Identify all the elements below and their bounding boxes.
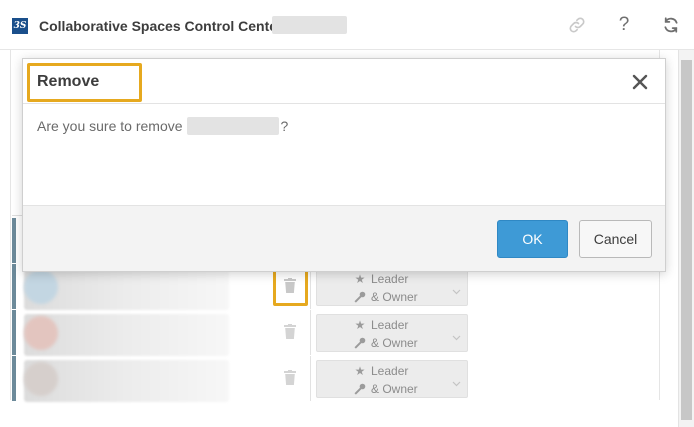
table-row: ★ Leader & Owner <box>12 310 472 356</box>
star-icon: ★ <box>354 272 366 286</box>
key-icon <box>353 383 367 395</box>
refresh-icon[interactable] <box>658 12 684 38</box>
app-title: Collaborative Spaces Control Center - <box>39 18 292 34</box>
remove-member-button[interactable] <box>274 276 306 300</box>
avatar <box>24 362 58 396</box>
dialog-footer: OK Cancel <box>23 205 665 271</box>
chevron-down-icon <box>452 374 461 392</box>
help-icon[interactable]: ? <box>611 12 637 38</box>
row-accent <box>12 310 16 355</box>
role-select[interactable]: ★ Leader & Owner <box>316 268 468 306</box>
trash-icon <box>284 324 296 344</box>
redacted-space-name <box>272 16 347 34</box>
app-logo-icon: 3S <box>12 18 28 34</box>
trash-icon <box>284 370 296 390</box>
role-label: & Owner <box>371 290 418 304</box>
row-accent <box>12 218 16 263</box>
chevron-down-icon <box>452 282 461 300</box>
table-row: ★ Leader & Owner <box>12 356 472 402</box>
dialog-body: Are you sure to remove ? <box>23 105 665 205</box>
role-label: Leader <box>371 364 409 378</box>
role-select[interactable]: ★ Leader & Owner <box>316 314 468 352</box>
role-owner: & Owner <box>353 336 418 350</box>
column-divider <box>310 310 311 355</box>
star-icon: ★ <box>354 364 366 378</box>
role-label: Leader <box>371 318 409 332</box>
dialog-title: Remove <box>37 73 100 90</box>
role-leader: ★ Leader <box>353 272 409 286</box>
app-header: 3S Collaborative Spaces Control Center -… <box>0 0 694 50</box>
dialog-message: Are you sure to remove ? <box>37 117 288 135</box>
remove-dialog: Remove Are you sure to remove ? OK Cance… <box>22 58 666 272</box>
role-leader: ★ Leader <box>353 364 409 378</box>
cancel-button[interactable]: Cancel <box>579 220 652 258</box>
role-label: & Owner <box>371 336 418 350</box>
role-leader: ★ Leader <box>353 318 409 332</box>
remove-member-button[interactable] <box>274 368 306 392</box>
row-accent <box>12 264 16 309</box>
ok-button[interactable]: OK <box>497 220 568 258</box>
message-text: Are you sure to remove <box>37 118 183 134</box>
row-accent <box>12 356 16 401</box>
role-label: Leader <box>371 272 409 286</box>
role-label: & Owner <box>371 382 418 396</box>
chevron-down-icon <box>452 328 461 346</box>
role-owner: & Owner <box>353 382 418 396</box>
help-glyph: ? <box>618 14 630 35</box>
remove-member-button[interactable] <box>274 322 306 346</box>
key-icon <box>353 337 367 349</box>
scrollbar-thumb[interactable] <box>681 60 692 420</box>
dialog-header: Remove <box>23 59 665 104</box>
role-owner: & Owner <box>353 290 418 304</box>
avatar <box>24 316 58 350</box>
star-icon: ★ <box>354 318 366 332</box>
column-divider <box>310 356 311 401</box>
redacted-member-name <box>186 117 279 135</box>
link-icon[interactable] <box>564 12 590 38</box>
avatar <box>24 270 58 304</box>
message-suffix: ? <box>280 118 289 134</box>
role-select[interactable]: ★ Leader & Owner <box>316 360 468 398</box>
key-icon <box>353 291 367 303</box>
close-icon[interactable] <box>629 71 651 93</box>
trash-icon <box>284 278 296 298</box>
